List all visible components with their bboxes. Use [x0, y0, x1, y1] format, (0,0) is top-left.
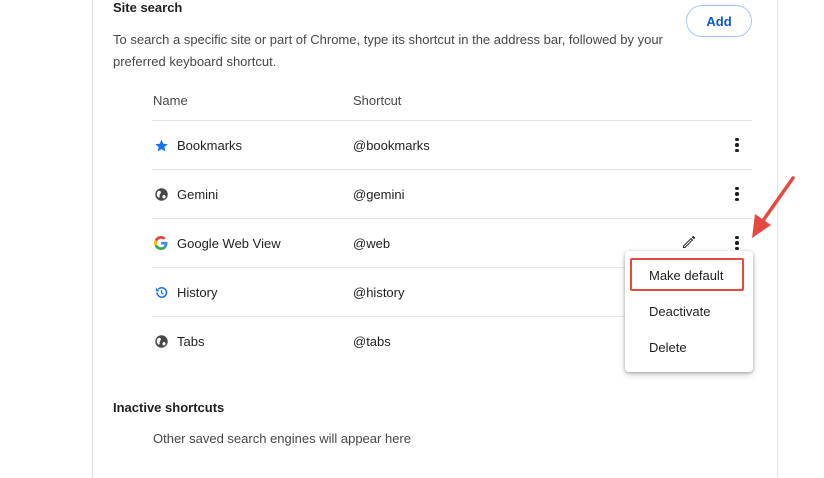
menu-item-delete[interactable]: Delete: [625, 331, 753, 363]
engine-name: Bookmarks: [177, 138, 243, 153]
globe-icon: [153, 186, 169, 202]
row-divider: [152, 120, 752, 121]
row-divider: [152, 169, 752, 170]
pencil-icon[interactable]: [680, 233, 698, 251]
highlight-box: [630, 258, 744, 291]
engine-name: Tabs: [177, 334, 205, 349]
row-divider: [152, 218, 752, 219]
site-search-title: Site search: [113, 0, 183, 15]
star-icon: [153, 137, 169, 153]
globe-icon: [153, 333, 169, 349]
engine-shortcut: @tabs: [353, 334, 391, 349]
history-icon: [153, 284, 169, 300]
google-g-icon: [153, 235, 169, 251]
engine-name: Gemini: [177, 187, 219, 202]
site-search-description: To search a specific site or part of Chr…: [113, 32, 663, 69]
column-header-name: Name: [153, 93, 188, 108]
inactive-empty-text: Other saved search engines will appear h…: [153, 431, 411, 446]
menu-item-deactivate[interactable]: Deactivate: [625, 295, 753, 327]
arrow-annotation-icon: [752, 176, 795, 238]
add-button[interactable]: Add: [686, 5, 752, 37]
more-actions-icon[interactable]: [727, 135, 747, 155]
engine-shortcut: @bookmarks: [353, 138, 430, 153]
engine-shortcut: @web: [353, 236, 391, 251]
engine-name: Google Web View: [177, 236, 281, 251]
inactive-shortcuts-title: Inactive shortcuts: [113, 400, 225, 415]
engine-shortcut: @history: [353, 285, 405, 300]
engine-shortcut: @gemini: [353, 187, 405, 202]
column-header-shortcut: Shortcut: [353, 93, 402, 108]
engine-name: History: [177, 285, 218, 300]
